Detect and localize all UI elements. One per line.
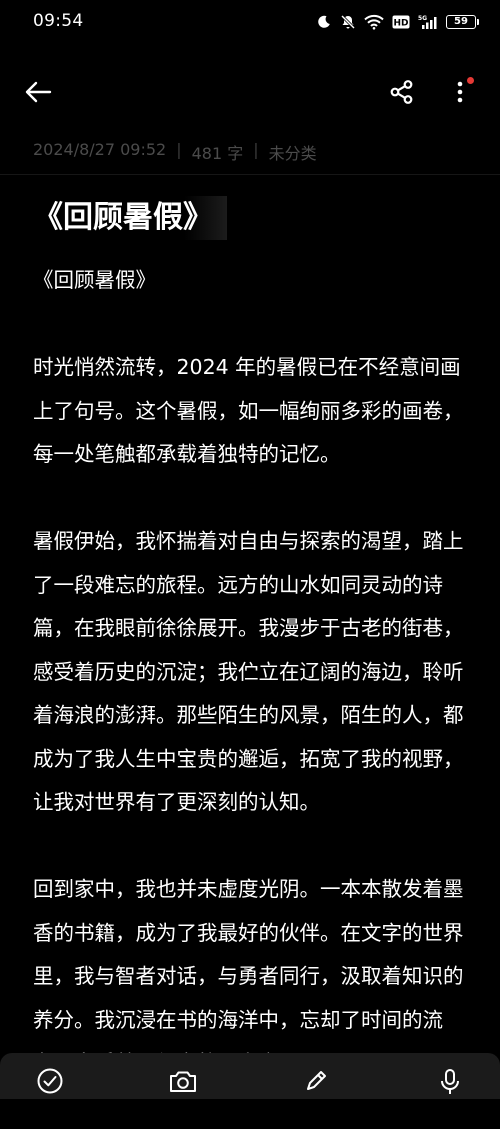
- meta-separator: |: [176, 140, 182, 159]
- mute-bell-icon: [340, 14, 356, 30]
- handwriting-button[interactable]: [296, 1067, 336, 1107]
- more-vertical-icon: [455, 79, 465, 109]
- meta-separator: |: [253, 140, 259, 159]
- network-label: 5G: [418, 15, 427, 22]
- note-paragraph: 《回顾暑假》: [33, 268, 156, 292]
- hd-label: HD: [393, 19, 408, 29]
- note-word-count: 481 字: [191, 144, 244, 163]
- note-paragraph: 暑假伊始，我怀揣着对自由与探索的渴望，踏上了一段难忘的旅程。远方的山水如同灵动的…: [33, 529, 464, 814]
- note-title[interactable]: 《回顾暑假》: [33, 196, 227, 240]
- camera-icon: [168, 1067, 198, 1107]
- divider: [0, 174, 500, 175]
- note-datetime: 2024/8/27 09:52: [33, 140, 167, 159]
- status-bar: 09:54 HD 5G 59: [0, 0, 500, 44]
- status-time: 09:54: [33, 11, 84, 31]
- checklist-button[interactable]: [30, 1067, 70, 1107]
- check-circle-icon: [36, 1067, 64, 1107]
- note-paragraph: 时光悄然流转，2024 年的暑假已在不经意间画上了句号。这个暑假，如一幅绚丽多彩…: [33, 355, 464, 466]
- voice-input-button[interactable]: [430, 1067, 470, 1107]
- microphone-icon: [437, 1067, 463, 1107]
- signal-icon: 5G: [418, 14, 438, 30]
- note-category[interactable]: 未分类: [269, 140, 317, 164]
- more-button[interactable]: [440, 74, 480, 114]
- back-button[interactable]: [18, 74, 58, 114]
- share-icon: [389, 79, 415, 109]
- arrow-left-icon: [24, 80, 52, 108]
- note-toolbar: [0, 66, 500, 122]
- bottom-toolbar: [0, 1053, 500, 1099]
- camera-button[interactable]: [163, 1067, 203, 1107]
- note-meta: 2024/8/27 09:52 | 481 字 | 未分类: [33, 140, 317, 164]
- status-icons: HD 5G 59: [316, 12, 479, 32]
- hd-badge: HD: [392, 15, 410, 29]
- notification-dot: [467, 77, 474, 84]
- wifi-icon: [364, 14, 384, 30]
- battery-indicator: 59: [446, 15, 479, 29]
- share-button[interactable]: [382, 74, 422, 114]
- moon-icon: [316, 14, 332, 30]
- note-body[interactable]: 《回顾暑假》 时光悄然流转，2024 年的暑假已在不经意间画上了句号。这个暑假，…: [33, 259, 473, 1129]
- pen-icon: [302, 1067, 330, 1107]
